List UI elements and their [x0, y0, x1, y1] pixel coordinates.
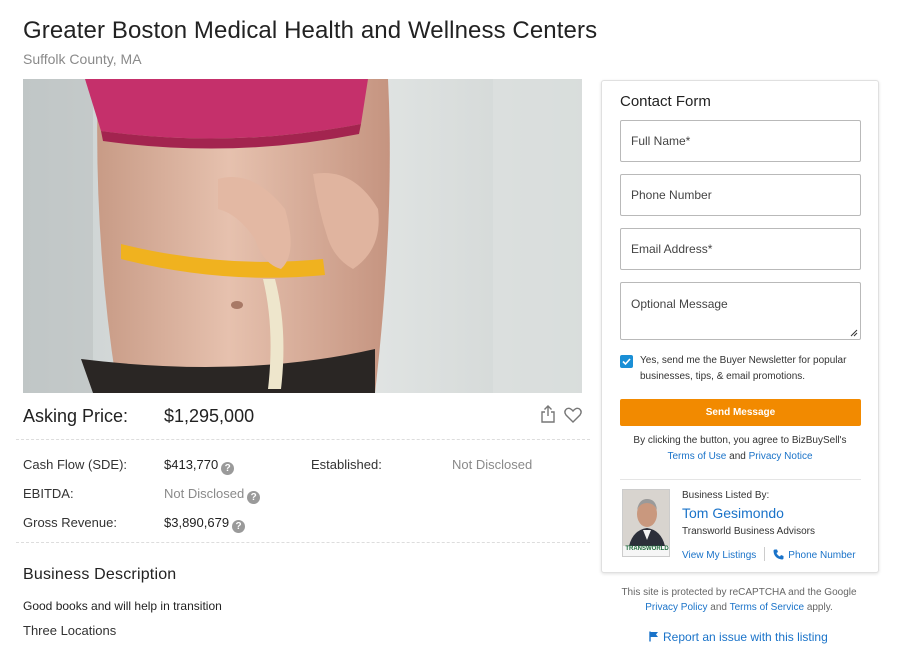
terms-of-use-link[interactable]: Terms of Use — [667, 451, 726, 462]
cash-flow-amount: $413,770 — [164, 457, 219, 472]
broker-logo-text: TRANSWORLD — [625, 546, 669, 552]
heart-icon[interactable] — [564, 407, 582, 423]
listing-location: Suffolk County, MA — [23, 51, 142, 67]
share-icon[interactable] — [540, 405, 556, 423]
contact-form-title: Contact Form — [620, 93, 711, 110]
phone-field[interactable] — [620, 174, 861, 216]
privacy-notice-link[interactable]: Privacy Notice — [749, 451, 813, 462]
listing-title: Greater Boston Medical Health and Wellne… — [23, 17, 598, 44]
message-field[interactable] — [620, 282, 861, 340]
divider — [16, 439, 590, 440]
listing-photo[interactable] — [23, 79, 582, 393]
terms-and: and — [729, 451, 746, 462]
terms-notice: By clicking the button, you agree to Biz… — [602, 433, 878, 465]
resize-grip-icon[interactable] — [850, 329, 858, 337]
ebitda-amount: Not Disclosed — [164, 486, 245, 501]
gross-revenue-amount: $3,890,679 — [164, 515, 230, 530]
flag-icon — [649, 631, 658, 642]
broker-photo[interactable]: TRANSWORLD — [622, 489, 670, 557]
google-privacy-policy-link[interactable]: Privacy Policy — [645, 602, 707, 613]
view-my-listings-link[interactable]: View My Listings — [682, 550, 756, 561]
report-issue-label: Report an issue with this listing — [663, 630, 828, 644]
phone-input[interactable] — [621, 175, 860, 215]
checkmark-icon — [622, 358, 631, 366]
asking-price-row: Asking Price: $1,295,000 — [23, 404, 582, 430]
link-separator — [764, 547, 766, 561]
newsletter-checkbox[interactable] — [620, 355, 633, 368]
help-icon[interactable]: ? — [221, 462, 235, 475]
broker-links: View My Listings Phone Number — [682, 547, 856, 561]
full-name-input[interactable] — [621, 121, 860, 161]
phone-number-link[interactable]: Phone Number — [788, 550, 855, 561]
captcha-and: and — [710, 602, 727, 613]
recaptcha-text: This site is protected by reCAPTCHA and … — [621, 587, 857, 598]
divider — [16, 542, 590, 543]
help-icon[interactable]: ? — [247, 491, 261, 504]
gross-revenue-value: $3,890,679? — [164, 515, 246, 533]
full-name-field[interactable] — [620, 120, 861, 162]
send-message-button[interactable]: Send Message — [620, 399, 861, 426]
newsletter-label: Yes, send me the Buyer Newsletter for po… — [640, 355, 847, 382]
established-label: Established: — [311, 457, 382, 472]
message-textarea[interactable] — [621, 283, 860, 339]
ebitda-label: EBITDA: — [23, 486, 74, 501]
asking-price-value: $1,295,000 — [164, 406, 255, 426]
report-issue-link[interactable]: Report an issue with this listing — [649, 630, 828, 644]
captcha-apply: apply. — [806, 602, 833, 613]
broker-agency: Transworld Business Advisors — [682, 526, 816, 537]
description-text: Three Locations — [23, 623, 117, 638]
help-icon[interactable]: ? — [232, 520, 246, 533]
cash-flow-value: $413,770? — [164, 457, 235, 475]
gross-revenue-label: Gross Revenue: — [23, 515, 117, 530]
divider — [620, 479, 861, 480]
email-field[interactable] — [620, 228, 861, 270]
cash-flow-label: Cash Flow (SDE): — [23, 457, 128, 472]
established-value: Not Disclosed — [452, 457, 533, 472]
broker-name-link[interactable]: Tom Gesimondo — [682, 505, 784, 521]
description-text: Good books and will help in transition — [23, 599, 222, 613]
recaptcha-notice: This site is protected by reCAPTCHA and … — [601, 585, 877, 615]
terms-prefix: By clicking the button, you agree to Biz… — [633, 435, 847, 446]
google-terms-of-service-link[interactable]: Terms of Service — [730, 602, 804, 613]
listed-by-label: Business Listed By: — [682, 490, 770, 501]
ebitda-value: Not Disclosed? — [164, 486, 261, 504]
listing-photo-image — [23, 79, 582, 393]
email-input[interactable] — [621, 229, 860, 269]
business-description-heading: Business Description — [23, 566, 177, 583]
asking-price-label: Asking Price: — [23, 406, 129, 426]
phone-icon[interactable] — [773, 549, 784, 560]
contact-form-card: Contact Form Yes, send me the Buyer News… — [601, 80, 879, 573]
